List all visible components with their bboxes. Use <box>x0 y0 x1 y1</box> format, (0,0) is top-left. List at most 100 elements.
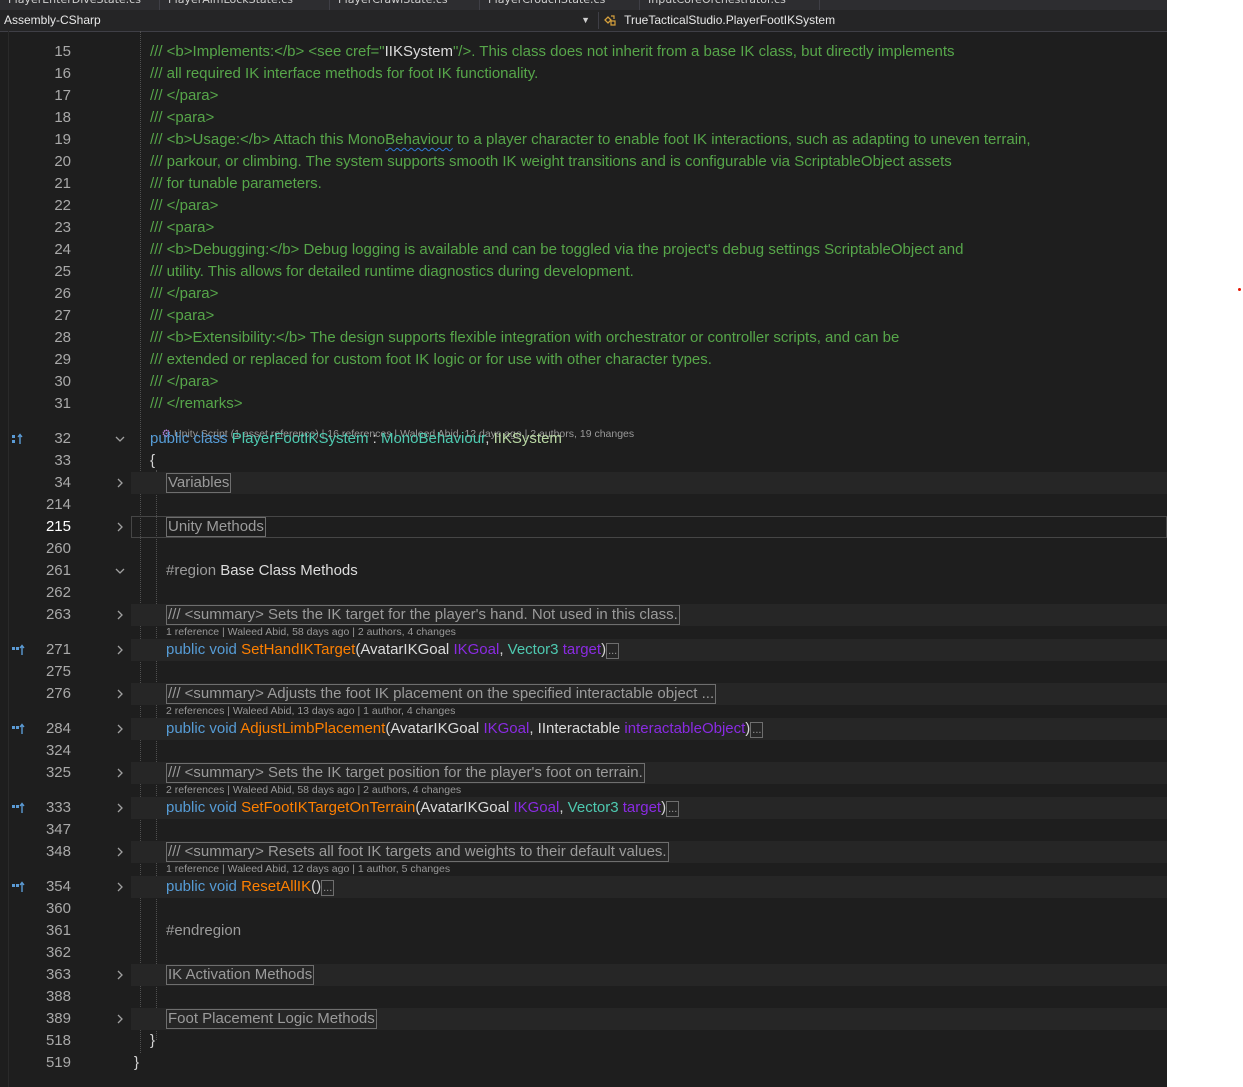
doc-comment[interactable]: /// </para> <box>150 195 218 217</box>
doc-comment[interactable]: /// <para> <box>150 107 214 129</box>
doc-comment[interactable]: /// all required IK interface methods fo… <box>150 63 538 85</box>
chevron-down-icon[interactable]: ▼ <box>581 12 590 29</box>
code-line[interactable]: 348 /// <summary> Resets all foot IK tar… <box>0 841 1167 863</box>
code-line[interactable]: 34 Variables <box>0 472 1167 494</box>
collapsed-body[interactable]: ... <box>606 643 620 659</box>
collapsed-body[interactable]: ... <box>321 880 335 896</box>
code-line[interactable]: 17 /// </para> <box>0 85 1167 107</box>
code-line[interactable]: 32 public class PlayerFootIKSystem : Mon… <box>0 428 1167 450</box>
expand-icon[interactable] <box>114 767 126 779</box>
collapsed-summary[interactable]: /// <summary> Resets all foot IK targets… <box>166 842 669 862</box>
expand-icon[interactable] <box>114 802 126 814</box>
code-line[interactable]: 29 /// extended or replaced for custom f… <box>0 349 1167 371</box>
doc-comment[interactable]: /// <b>Debugging:</b> Debug logging is a… <box>150 239 963 261</box>
codelens[interactable]: 2 references | Waleed Abid, 13 days ago … <box>166 705 455 718</box>
method-name[interactable]: SetFootIKTargetOnTerrain <box>241 799 415 816</box>
code-line[interactable]: 354 public void ResetAllIK()... <box>0 876 1167 898</box>
code-line[interactable]: 360 <box>0 898 1167 920</box>
expand-icon[interactable] <box>114 881 126 893</box>
code-line[interactable]: 22 /// </para> <box>0 195 1167 217</box>
code-line[interactable]: 275 <box>0 661 1167 683</box>
expand-icon[interactable] <box>114 609 126 621</box>
code-line[interactable]: 284 public void AdjustLimbPlacement(Avat… <box>0 718 1167 740</box>
code-line[interactable]: 361 #endregion <box>0 920 1167 942</box>
method-name[interactable]: SetHandIKTarget <box>241 641 355 658</box>
code-line[interactable]: 324 <box>0 740 1167 762</box>
expand-icon[interactable] <box>114 521 126 533</box>
doc-comment[interactable]: /// <para> <box>150 217 214 239</box>
collapsed-region[interactable]: Foot Placement Logic Methods <box>166 1009 377 1029</box>
doc-comment[interactable]: /// for tunable parameters. <box>150 173 322 195</box>
code-line[interactable]: 25 /// utility. This allows for detailed… <box>0 261 1167 283</box>
method-signature[interactable]: public void ResetAllIK()... <box>166 876 335 898</box>
code-line[interactable]: 33 { <box>0 450 1167 472</box>
code-line[interactable]: 19 /// <b>Usage:</b> Attach this MonoBeh… <box>0 129 1167 151</box>
code-line[interactable]: 26 /// </para> <box>0 283 1167 305</box>
doc-comment[interactable]: /// <b>Extensibility:</b> The design sup… <box>150 327 899 349</box>
project-dropdown[interactable]: Assembly-CSharp ▼ <box>0 12 594 29</box>
code-line[interactable]: 30 /// </para> <box>0 371 1167 393</box>
document-tab[interactable]: InputCoreOrchestrator.cs <box>640 0 820 10</box>
code-line[interactable]: 276 /// <summary> Adjusts the foot IK pl… <box>0 683 1167 705</box>
collapsed-summary[interactable]: /// <summary> Sets the IK target for the… <box>166 605 680 625</box>
method-name[interactable]: ResetAllIK <box>241 878 311 895</box>
code-text[interactable]: /// <b>Usage:</b> Attach this MonoBehavi… <box>150 129 1031 151</box>
code-line[interactable]: 363 IK Activation Methods <box>0 964 1167 986</box>
interface-name[interactable]: IIKSystem <box>494 430 562 447</box>
method-signature[interactable]: public void SetHandIKTarget(AvatarIKGoal… <box>166 639 620 661</box>
code-line[interactable]: 31 /// </remarks> <box>0 393 1167 415</box>
code-line[interactable]: 263 /// <summary> Sets the IK target for… <box>0 604 1167 626</box>
code-line[interactable]: 333 public void SetFootIKTargetOnTerrain… <box>0 797 1167 819</box>
method-signature[interactable]: public void SetFootIKTargetOnTerrain(Ava… <box>166 797 680 819</box>
collapsed-summary[interactable]: /// <summary> Adjusts the foot IK placem… <box>166 684 717 704</box>
codelens[interactable]: 1 reference | Waleed Abid, 12 days ago |… <box>166 863 450 876</box>
expand-icon[interactable] <box>114 723 126 735</box>
type-dropdown[interactable]: TrueTacticalStudio.PlayerFootIKSystem <box>598 12 1167 29</box>
endregion-directive[interactable]: #endregion <box>166 920 241 942</box>
doc-comment[interactable]: /// parkour, or climbing. The system sup… <box>150 151 952 173</box>
code-line[interactable]: 16 /// all required IK interface methods… <box>0 63 1167 85</box>
code-line[interactable]: 18 /// <para> <box>0 107 1167 129</box>
doc-comment[interactable]: /// </para> <box>150 371 218 393</box>
base-class[interactable]: MonoBehaviour <box>381 430 485 447</box>
method-name[interactable]: AdjustLimbPlacement <box>240 720 385 737</box>
class-declaration[interactable]: public class PlayerFootIKSystem : MonoBe… <box>150 428 562 450</box>
code-line[interactable]: 271 public void SetHandIKTarget(AvatarIK… <box>0 639 1167 661</box>
collapsed-body[interactable]: ... <box>666 801 680 817</box>
code-line[interactable]: 518 } <box>0 1030 1167 1052</box>
method-signature[interactable]: public void AdjustLimbPlacement(AvatarIK… <box>166 718 764 740</box>
collapse-icon[interactable] <box>114 565 126 577</box>
collapsed-body[interactable]: ... <box>750 722 764 738</box>
code-line[interactable]: 389 Foot Placement Logic Methods <box>0 1008 1167 1030</box>
expand-icon[interactable] <box>114 477 126 489</box>
spelling-squiggle[interactable]: Behaviour <box>385 131 453 148</box>
collapsed-region[interactable]: Variables <box>166 473 232 493</box>
doc-comment[interactable]: /// </para> <box>150 85 218 107</box>
collapsed-summary[interactable]: /// <summary> Sets the IK target positio… <box>166 763 645 783</box>
doc-comment[interactable]: /// <para> <box>150 305 214 327</box>
codelens[interactable]: 2 references | Waleed Abid, 58 days ago … <box>166 784 461 797</box>
document-tab[interactable]: PlayerEnterDiveState.cs <box>0 0 160 10</box>
document-tab[interactable]: PlayerAimLockState.cs <box>160 0 330 10</box>
code-line[interactable]: 362 <box>0 942 1167 964</box>
code-line[interactable]: 24 /// <b>Debugging:</b> Debug logging i… <box>0 239 1167 261</box>
code-line[interactable]: 23 /// <para> <box>0 217 1167 239</box>
collapsed-region[interactable]: IK Activation Methods <box>166 965 315 985</box>
doc-comment[interactable]: /// utility. This allows for detailed ru… <box>150 261 634 283</box>
expand-icon[interactable] <box>114 969 126 981</box>
collapsed-region[interactable]: Unity Methods <box>166 517 266 537</box>
code-line[interactable]: 388 <box>0 986 1167 1008</box>
code-line[interactable]: 27 /// <para> <box>0 305 1167 327</box>
code-line[interactable]: 260 <box>0 538 1167 560</box>
codelens[interactable]: 1 reference | Waleed Abid, 58 days ago |… <box>166 626 456 639</box>
class-name[interactable]: PlayerFootIKSystem <box>232 430 369 447</box>
doc-comment[interactable]: /// </para> <box>150 283 218 305</box>
code-line[interactable]: 28 /// <b>Extensibility:</b> The design … <box>0 327 1167 349</box>
code-line[interactable]: 215 Unity Methods <box>0 516 1167 538</box>
expand-icon[interactable] <box>114 688 126 700</box>
document-tab[interactable]: PlayerCrouchState.cs <box>480 0 640 10</box>
expand-icon[interactable] <box>114 644 126 656</box>
code-line[interactable]: 21 /// for tunable parameters. <box>0 173 1167 195</box>
code-line[interactable]: 20 /// parkour, or climbing. The system … <box>0 151 1167 173</box>
document-tab[interactable]: PlayerCrawlState.cs <box>330 0 480 10</box>
